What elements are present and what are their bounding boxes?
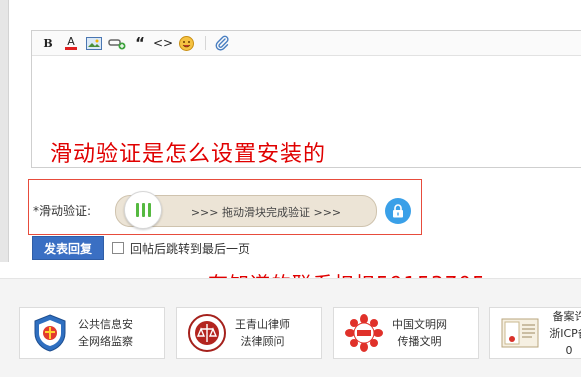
slider-handle[interactable] xyxy=(124,191,162,229)
grip-bar xyxy=(147,203,151,217)
footer-badge-line: 法律顾问 xyxy=(240,335,285,348)
footer-badge-text: 中国文明网 传播文明 xyxy=(392,316,447,350)
footer-badge-icp[interactable]: 备案许 浙ICP备0 xyxy=(489,307,581,359)
paperclip-icon xyxy=(215,35,229,51)
font-color-button[interactable]: A xyxy=(61,34,81,52)
attachment-button[interactable] xyxy=(212,34,232,52)
footer-badge-line: 传播文明 xyxy=(397,335,442,348)
smiley-icon xyxy=(178,35,194,51)
code-button[interactable]: <> xyxy=(153,34,173,52)
emoji-button[interactable] xyxy=(176,34,196,52)
footer-badge-line: 王青山律师 xyxy=(235,318,290,331)
lawyer-seal-icon xyxy=(188,314,226,352)
footer-badge-line: 备案许 xyxy=(552,309,581,323)
lock-icon xyxy=(385,198,411,224)
slide-verification-box: *滑动验证: >>> 拖动滑块完成验证 >>> xyxy=(28,179,422,235)
icp-certificate-icon xyxy=(501,318,539,348)
footer-badge-text: 王青山律师 法律顾问 xyxy=(235,316,290,350)
footer-badge-line: 中国文明网 xyxy=(392,318,447,331)
footer-badge-line: 全网络监察 xyxy=(78,335,133,348)
submit-row: 发表回复 回帖后跳转到最后一页 xyxy=(32,236,250,260)
toolbar-divider xyxy=(205,36,206,50)
insert-link-icon xyxy=(108,39,126,50)
police-shield-icon xyxy=(34,314,66,352)
jump-to-last-page-checkbox[interactable] xyxy=(112,242,124,254)
footer: 公共信息安 全网络监察 王青山律师 法律顾问 中国文明网 传播文明 备案许 浙I… xyxy=(0,278,581,377)
footer-badge-text: 公共信息安 全网络监察 xyxy=(78,316,133,350)
image-icon xyxy=(86,36,102,50)
link-button[interactable] xyxy=(107,34,127,52)
slide-verification-label: *滑动验证: xyxy=(33,204,92,218)
footer-badge-civilization[interactable]: 中国文明网 传播文明 xyxy=(333,307,479,359)
grip-bar xyxy=(141,203,145,217)
footer-badge-lawyer[interactable]: 王青山律师 法律顾问 xyxy=(176,307,322,359)
footer-badge-line: 公共信息安 xyxy=(78,318,133,331)
grip-icon xyxy=(135,203,151,217)
jump-to-last-page-label[interactable]: 回帖后跳转到最后一页 xyxy=(130,240,250,257)
lock-glyph xyxy=(393,204,403,218)
image-button[interactable] xyxy=(84,34,104,52)
post-reply-button[interactable]: 发表回复 xyxy=(32,236,104,260)
civilization-emblem-icon xyxy=(345,314,383,352)
font-color-icon: A xyxy=(67,34,75,48)
quote-button[interactable]: “ xyxy=(130,34,150,52)
font-color-swatch xyxy=(65,46,77,50)
editor-toolbar: B A “ <> xyxy=(32,31,581,56)
bold-button[interactable]: B xyxy=(38,34,58,52)
left-side-panel xyxy=(0,0,9,262)
footer-badge-police[interactable]: 公共信息安 全网络监察 xyxy=(19,307,165,359)
footer-badge-text: 备案许 浙ICP备0 xyxy=(548,308,581,359)
question-overlay-text: 滑动验证是怎么设置安装的 xyxy=(50,142,327,167)
footer-badge-line: 浙ICP备0 xyxy=(549,326,581,357)
grip-bar xyxy=(135,203,139,217)
